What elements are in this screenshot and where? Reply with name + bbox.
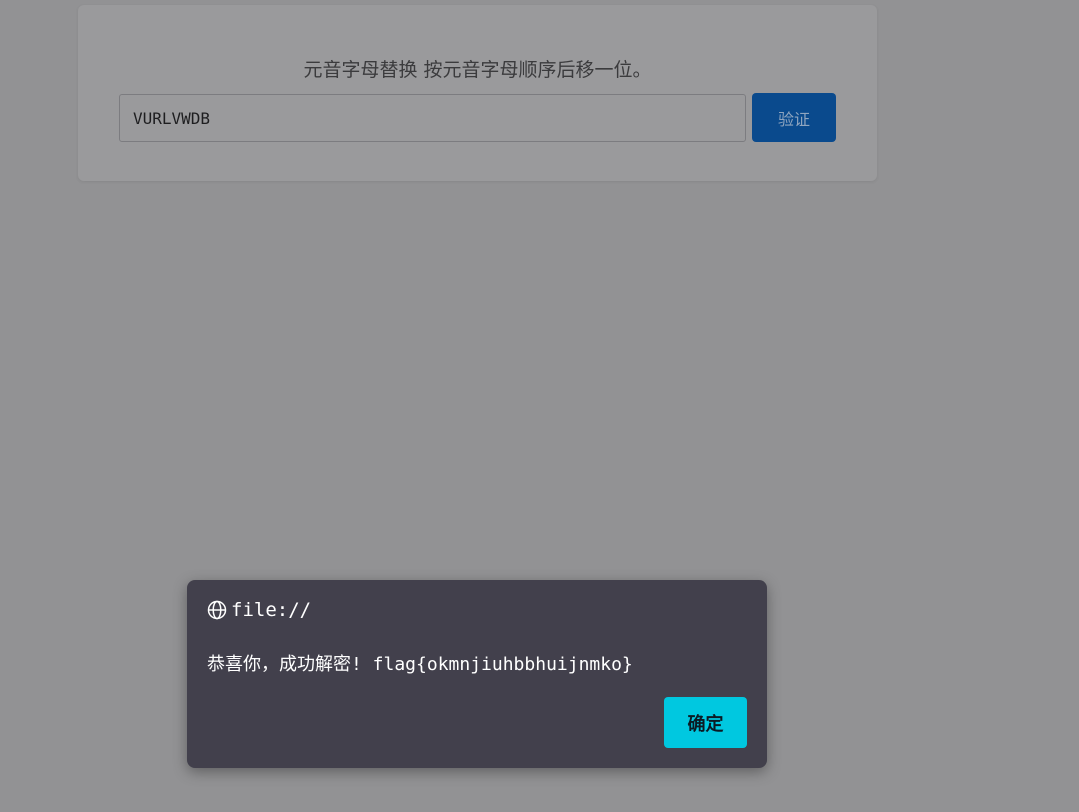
dialog-origin: file:// [231,599,312,621]
challenge-title: 元音字母替换 按元音字母顺序后移一位。 [303,59,652,81]
answer-input[interactable] [119,94,746,142]
challenge-card: 元音字母替换 按元音字母顺序后移一位。 验证 [78,5,877,181]
alert-dialog: file:// 恭喜你，成功解密! flag{okmnjiuhbbhuijnmk… [187,580,767,768]
dialog-message: 恭喜你，成功解密! flag{okmnjiuhbbhuijnmko} [207,654,633,675]
globe-icon [207,600,227,620]
page: 元音字母替换 按元音字母顺序后移一位。 验证 file:// 恭喜你，成功解密!… [0,0,1079,812]
ok-button[interactable]: 确定 [664,697,747,748]
verify-button[interactable]: 验证 [752,93,836,142]
dialog-header: file:// [207,599,311,621]
